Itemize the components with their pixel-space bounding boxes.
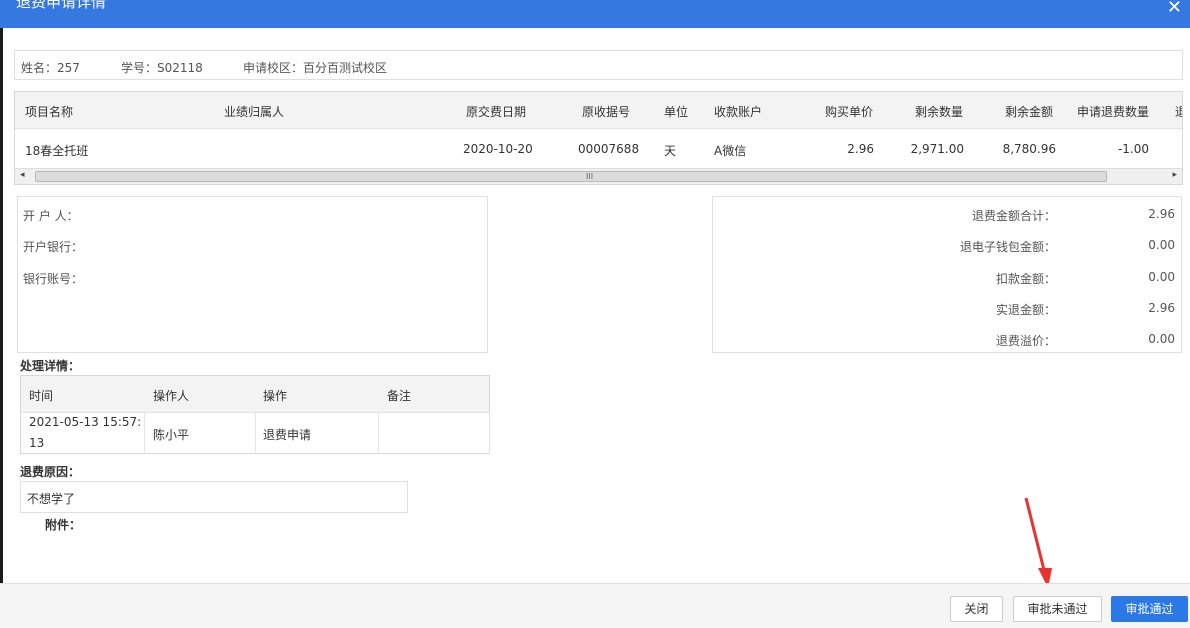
close-icon[interactable]: ✕: [1167, 0, 1182, 18]
reject-button[interactable]: 审批未通过: [1013, 596, 1102, 622]
refund-premium-label: 退费溢价：: [995, 334, 1056, 348]
scroll-right-icon[interactable]: ▸: [1172, 170, 1177, 180]
refund-reason-box: 不想学了: [20, 481, 408, 513]
bank-account-label: 银行账号：: [23, 272, 84, 286]
account-holder-label: 开 户 人：: [23, 209, 79, 223]
col-original-pay-date: 原交费日期: [466, 105, 527, 119]
refund-items-table: 项目名称 业绩归属人 原交费日期 原收据号 单位 收款账户 购买单价 剩余数量 …: [14, 91, 1183, 185]
col-unit: 单位: [664, 105, 689, 119]
refund-summary-panel: 退费金额合计： 2.96 退电子钱包金额： 0.00 扣款金额： 0.00 实退…: [712, 196, 1182, 353]
col-performance-owner: 业绩归属人: [224, 105, 285, 119]
bank-name-label: 开户银行：: [23, 240, 84, 254]
col-original-receipt: 原收据号: [582, 105, 631, 119]
cell-account: A微信: [714, 144, 747, 158]
left-edge-bar: [0, 28, 3, 583]
refund-reason-text: 不想学了: [27, 492, 76, 506]
deduction-label: 扣款金额：: [995, 272, 1056, 286]
refund-total-label: 退费金额合计：: [971, 209, 1056, 223]
scroll-grip-icon: III: [586, 172, 594, 181]
refund-premium-value: 0.00: [1148, 332, 1175, 346]
op-time-line1: 2021-05-13 15:57:: [29, 415, 142, 429]
approve-button[interactable]: 审批通过: [1111, 596, 1188, 622]
ewallet-refund-label: 退电子钱包金额：: [959, 240, 1056, 254]
cell-receipt: 00007688: [578, 142, 640, 156]
col-note: 备注: [387, 389, 412, 403]
student-campus: 申请校区：百分百测试校区: [243, 61, 388, 75]
cell-unit-price: 2.96: [847, 142, 874, 156]
deduction-value: 0.00: [1148, 270, 1175, 284]
scroll-thumb[interactable]: III: [35, 171, 1107, 182]
ewallet-refund-value: 0.00: [1148, 238, 1175, 252]
col-remaining-qty: 剩余数量: [915, 105, 964, 119]
refund-reason-title: 退费原因：: [20, 465, 81, 479]
student-id: 学号：S02118: [121, 61, 203, 75]
actual-refund-value: 2.96: [1148, 301, 1175, 315]
col-refund-truncated: 退: [1175, 103, 1182, 120]
col-divider: [255, 412, 256, 454]
col-divider: [489, 412, 490, 454]
col-time: 时间: [29, 389, 54, 403]
col-operator: 操作人: [153, 389, 190, 403]
op-time-line2: 13: [29, 436, 45, 450]
col-unit-price: 购买单价: [825, 105, 874, 119]
refund-total-value: 2.96: [1148, 207, 1175, 221]
col-divider: [144, 412, 145, 454]
actual-refund-label: 实退金额：: [995, 303, 1056, 317]
student-name: 姓名：257: [21, 61, 80, 75]
cell-remaining-qty: 2,971.00: [910, 142, 964, 156]
dialog-titlebar: 退费申请详情 ✕: [0, 0, 1190, 28]
cell-unit: 天: [664, 144, 677, 158]
col-project-name: 项目名称: [25, 105, 74, 119]
table-header: 项目名称 业绩归属人 原交费日期 原收据号 单位 收款账户 购买单价 剩余数量 …: [15, 92, 1182, 129]
col-refund-qty: 申请退费数量: [1077, 105, 1150, 119]
cell-pay-date: 2020-10-20: [463, 142, 533, 156]
cell-project-name: 18春全托班: [25, 144, 89, 158]
op-action: 退费申请: [263, 428, 312, 442]
attachment-label: 附件：: [45, 518, 82, 532]
dialog-footer: 关闭 审批未通过 审批通过: [0, 583, 1190, 628]
student-info-bar: 姓名：257 学号：S02118 申请校区：百分百测试校区: [14, 50, 1183, 80]
dialog-title: 退费申请详情: [16, 0, 107, 11]
annotation-arrow-icon: [1024, 497, 1052, 588]
processing-table: 时间 操作人 操作 备注 2021-05-13 15:57: 13 陈小平 退费…: [20, 375, 490, 454]
horizontal-scrollbar[interactable]: ◂ III ▸: [15, 168, 1182, 184]
processing-header: 时间 操作人 操作 备注: [21, 376, 489, 413]
col-action: 操作: [263, 389, 288, 403]
col-remaining-amount: 剩余金额: [1005, 105, 1054, 119]
col-divider: [378, 412, 379, 454]
processing-title: 处理详情：: [20, 359, 81, 373]
col-payment-account: 收款账户: [714, 105, 763, 119]
op-operator: 陈小平: [153, 428, 190, 442]
scroll-left-icon[interactable]: ◂: [20, 170, 25, 180]
cell-refund-qty: -1.00: [1117, 142, 1149, 156]
cell-remaining-amount: 8,780.96: [1002, 142, 1056, 156]
bank-info-panel: 开 户 人： 开户银行： 银行账号：: [17, 196, 488, 353]
close-button[interactable]: 关闭: [950, 596, 1003, 622]
